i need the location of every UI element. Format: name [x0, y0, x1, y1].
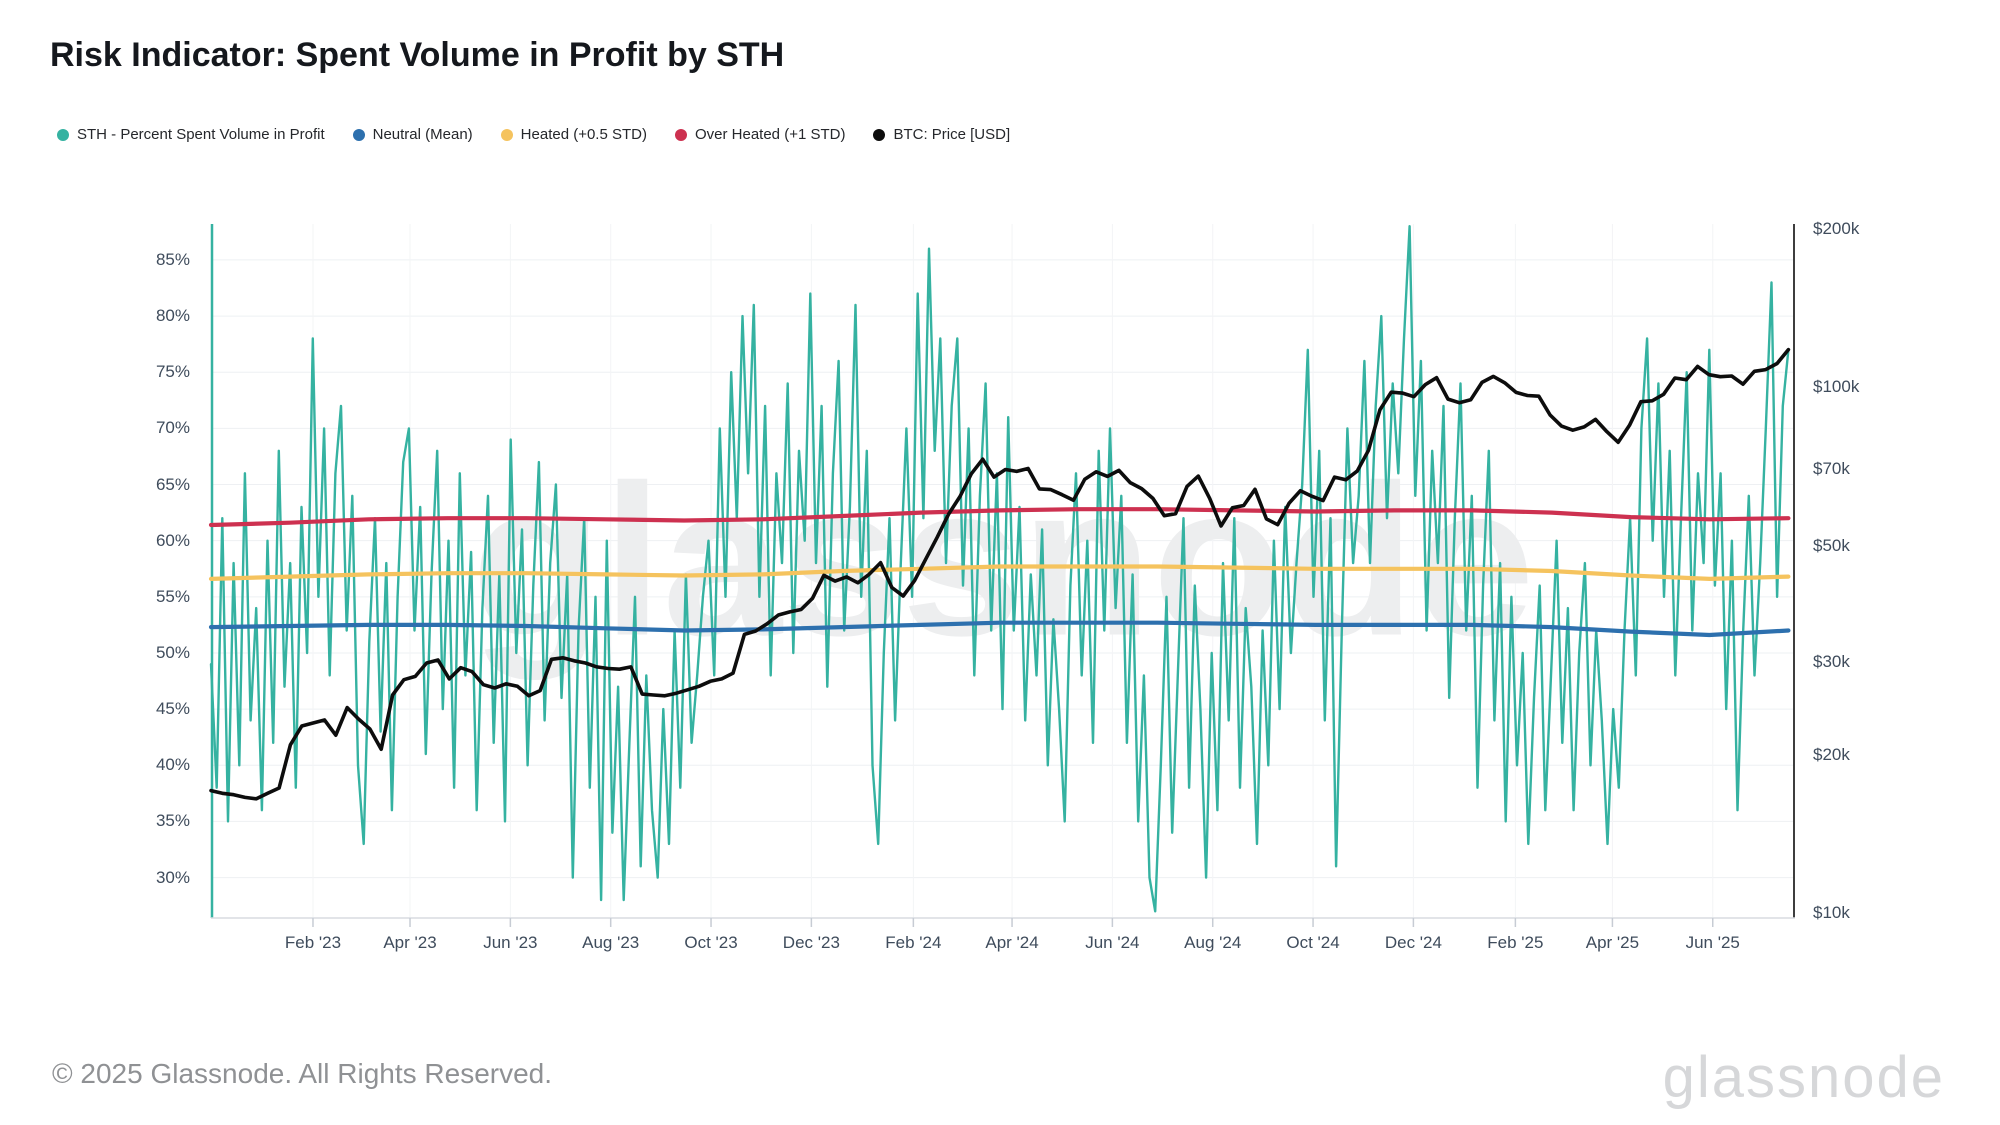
- x-axis-label: Feb '23: [285, 932, 341, 954]
- y-axis-label-right: $100k: [1813, 376, 1859, 398]
- glassnode-logo: glassnode: [1663, 1044, 1945, 1111]
- y-axis-label-left: 40%: [0, 754, 190, 776]
- x-axis-label: Jun '25: [1686, 932, 1740, 954]
- y-axis-label-right: $200k: [1813, 218, 1859, 240]
- y-axis-label-right: $70k: [1813, 458, 1850, 480]
- x-axis-label: Oct '24: [1286, 932, 1339, 954]
- y-axis-label-left: 65%: [0, 474, 190, 496]
- legend-item-label: STH - Percent Spent Volume in Profit: [77, 126, 325, 143]
- legend-item-0[interactable]: STH - Percent Spent Volume in Profit: [57, 126, 325, 143]
- x-axis-label: Apr '24: [985, 932, 1038, 954]
- x-axis-label: Aug '24: [1184, 932, 1241, 954]
- legend-dot-icon: [675, 129, 687, 141]
- x-axis-label: Dec '23: [783, 932, 840, 954]
- y-axis-label-left: 35%: [0, 810, 190, 832]
- y-axis-label-left: 60%: [0, 530, 190, 552]
- x-axis-label: Feb '25: [1487, 932, 1543, 954]
- legend: STH - Percent Spent Volume in Profit Neut…: [57, 126, 1010, 143]
- legend-item-label: BTC: Price [USD]: [893, 126, 1010, 143]
- legend-item-label: Heated (+0.5 STD): [521, 126, 647, 143]
- y-axis-label-left: 80%: [0, 305, 190, 327]
- legend-dot-icon: [353, 129, 365, 141]
- x-axis-label: Jun '23: [483, 932, 537, 954]
- legend-item-label: Neutral (Mean): [373, 126, 473, 143]
- legend-item-4[interactable]: BTC: Price [USD]: [873, 126, 1010, 143]
- x-axis-label: Oct '23: [684, 932, 737, 954]
- legend-item-1[interactable]: Neutral (Mean): [353, 126, 473, 143]
- x-axis-label: Aug '23: [582, 932, 639, 954]
- y-axis-label-left: 85%: [0, 249, 190, 271]
- page: Risk Indicator: Spent Volume in Profit b…: [0, 0, 2000, 1125]
- x-axis-label: Apr '23: [383, 932, 436, 954]
- y-axis-label-left: 30%: [0, 867, 190, 889]
- series-sth-percent-spent-volume-in-profit: [211, 226, 1788, 911]
- copyright-text: © 2025 Glassnode. All Rights Reserved.: [52, 1058, 552, 1090]
- legend-dot-icon: [501, 129, 513, 141]
- legend-item-label: Over Heated (+1 STD): [695, 126, 845, 143]
- y-axis-label-right: $20k: [1813, 744, 1850, 766]
- x-axis-label: Jun '24: [1085, 932, 1139, 954]
- legend-item-3[interactable]: Over Heated (+1 STD): [675, 126, 845, 143]
- legend-dot-icon: [57, 129, 69, 141]
- x-axis-label: Apr '25: [1586, 932, 1639, 954]
- x-axis-label: Dec '24: [1385, 932, 1442, 954]
- y-axis-label-left: 45%: [0, 698, 190, 720]
- y-axis-label-left: 70%: [0, 417, 190, 439]
- y-axis-label-left: 55%: [0, 586, 190, 608]
- y-axis-label-right: $50k: [1813, 535, 1850, 557]
- chart-plot[interactable]: glassnode: [211, 224, 1795, 918]
- chart-title: Risk Indicator: Spent Volume in Profit b…: [50, 36, 784, 75]
- y-axis-label-left: 50%: [0, 642, 190, 664]
- y-axis-label-right: $30k: [1813, 651, 1850, 673]
- legend-item-2[interactable]: Heated (+0.5 STD): [501, 126, 647, 143]
- y-axis-label-left: 75%: [0, 361, 190, 383]
- y-axis-label-right: $10k: [1813, 902, 1850, 924]
- legend-dot-icon: [873, 129, 885, 141]
- x-axis-label: Feb '24: [885, 932, 941, 954]
